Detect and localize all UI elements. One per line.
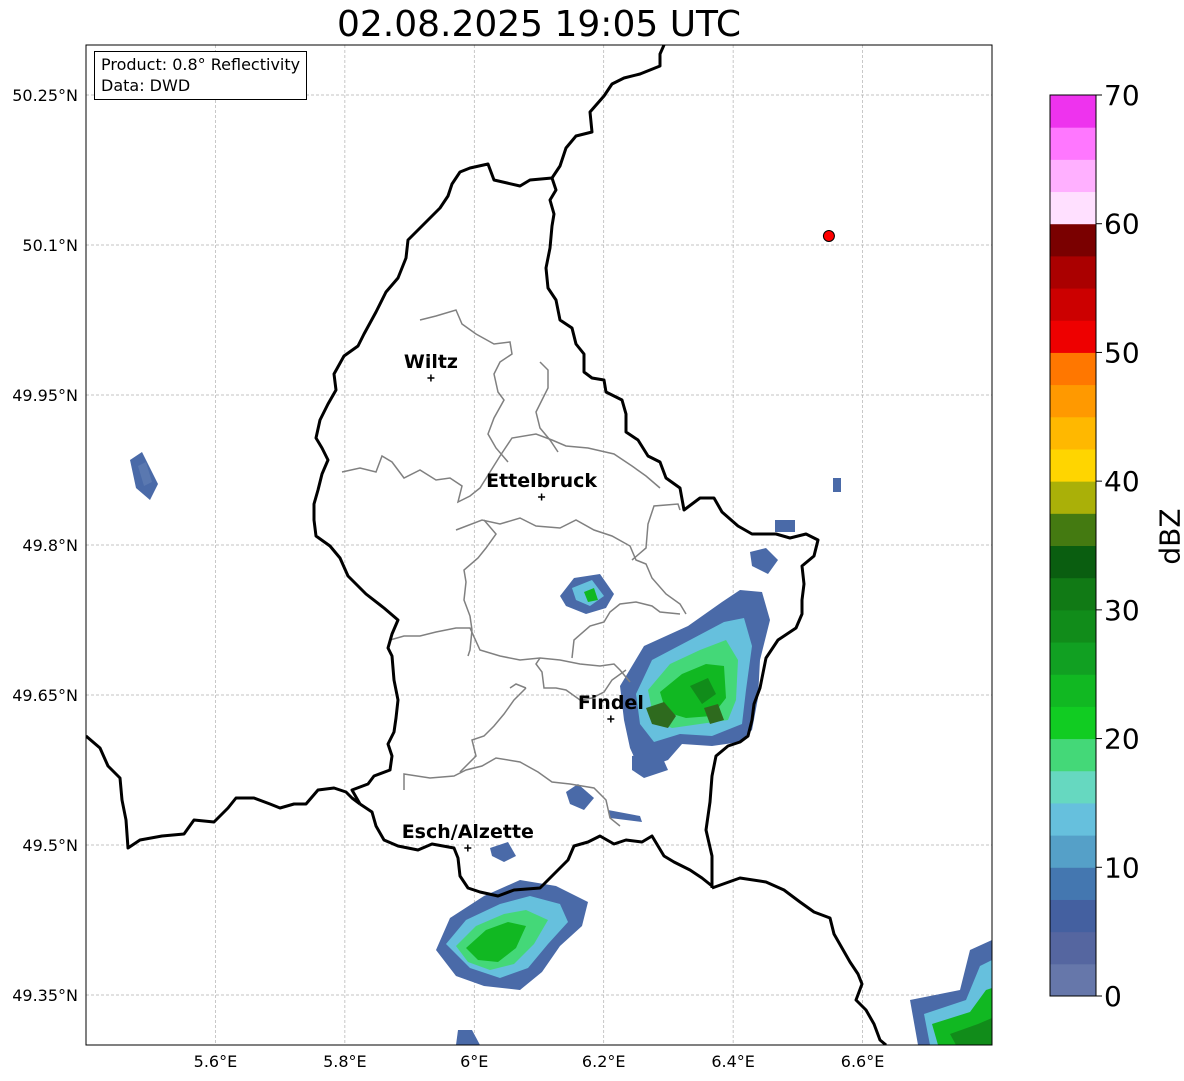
info-product: Product: 0.8° Reflectivity [101, 55, 301, 74]
echo-cell-west [130, 452, 158, 500]
info-data-source: Data: DWD [101, 76, 191, 95]
colorbar-segment [1050, 191, 1096, 225]
colorbar-segment [1050, 320, 1096, 353]
x-tick-label: 5.6°E [194, 1052, 238, 1071]
city-label: Wiltz [404, 351, 458, 373]
colorbar-segment [1050, 223, 1096, 257]
colorbar-segment [1050, 513, 1096, 546]
y-tick-label: 50.1°N [22, 236, 78, 255]
x-tick-label: 6°E [460, 1052, 488, 1071]
echo-pixel [750, 548, 778, 574]
colorbar: 0 10 20 30 40 50 60 70 [1049, 79, 1140, 1013]
y-tick-label: 49.65°N [12, 686, 78, 705]
x-axis-ticks: 5.6°E 5.8°E 6°E 6.2°E 6.4°E 6.6°E [194, 1052, 885, 1071]
colorbar-segment [1050, 352, 1096, 386]
city-label: Ettelbruck [486, 470, 597, 492]
y-tick-label: 49.5°N [22, 836, 78, 855]
colorbar-segment [1050, 867, 1096, 900]
info-box: Product: 0.8° Reflectivity Data: DWD [94, 51, 308, 100]
radar-site-marker [822, 230, 835, 242]
colorbar-segment [1050, 931, 1096, 965]
colorbar-segment [1050, 481, 1096, 514]
colorbar-segment [1050, 416, 1096, 450]
colorbar-tick-label: 60 [1104, 208, 1140, 241]
x-tick-label: 6.6°E [841, 1052, 885, 1071]
x-tick-label: 6.4°E [711, 1052, 755, 1071]
echo-cell-southeast [910, 940, 992, 1045]
colorbar-tick-label: 30 [1104, 594, 1140, 627]
echo-pixel [833, 478, 841, 492]
colorbar-segment [1050, 802, 1096, 836]
colorbar-segment [1050, 609, 1096, 643]
colorbar-segment [1050, 674, 1096, 707]
colorbar-segment [1050, 288, 1096, 321]
colorbar-segment [1050, 384, 1096, 418]
x-tick-label: 5.8°E [323, 1052, 367, 1071]
y-tick-label: 49.95°N [12, 386, 78, 405]
france-belgium-border [86, 734, 361, 850]
colorbar-segment [1050, 642, 1096, 675]
colorbar-segment [1050, 255, 1096, 289]
luxembourg-border-south [359, 802, 713, 898]
colorbar-segment [1050, 738, 1096, 772]
colorbar-segment [1050, 835, 1096, 868]
radar-map: 5.6°E 5.8°E 6°E 6.2°E 6.4°E 6.6°E 50.25°N 50.1… [12, 44, 1140, 1071]
y-axis-ticks: 50.25°N 50.1°N 49.95°N 49.8°N 49.65°N 49.5°N 4… [12, 86, 78, 1005]
colorbar-tick-label: 10 [1104, 851, 1140, 884]
colorbar-label: dBZ [1153, 508, 1184, 565]
echo-cell-central [560, 574, 614, 614]
colorbar-segment [1050, 899, 1096, 933]
city-label: Findel [578, 692, 644, 714]
germany-border-south [711, 876, 887, 1045]
city-ettelbruck: Ettelbruck [486, 470, 597, 501]
colorbar-segment [1050, 95, 1096, 128]
echo-cell-east [620, 590, 770, 778]
germany-border [550, 45, 666, 179]
echo-cell-south [436, 880, 588, 1045]
colorbar-segment [1050, 448, 1096, 482]
colorbar-segment [1050, 159, 1096, 193]
city-wiltz: Wiltz [404, 351, 458, 382]
city-label: Esch/Alzette [402, 821, 534, 843]
echo-pixel [775, 520, 795, 532]
colorbar-tick-label: 0 [1104, 980, 1122, 1013]
colorbar-tick-label: 40 [1104, 465, 1140, 498]
y-tick-label: 50.25°N [12, 86, 78, 105]
colorbar-tick-label: 20 [1104, 723, 1140, 756]
y-tick-label: 49.8°N [22, 536, 78, 555]
x-tick-label: 6.2°E [582, 1052, 626, 1071]
colorbar-tick-label: 50 [1104, 336, 1140, 369]
colorbar-segment [1050, 963, 1096, 997]
colorbar-segment [1050, 577, 1096, 611]
colorbar-tick-label: 70 [1104, 79, 1140, 112]
y-tick-label: 49.35°N [12, 986, 78, 1005]
colorbar-segment [1050, 127, 1096, 160]
luxembourg-border [312, 162, 820, 888]
colorbar-segment [1050, 545, 1096, 579]
colorbar-segment [1050, 706, 1096, 740]
colorbar-segment [1050, 770, 1096, 804]
